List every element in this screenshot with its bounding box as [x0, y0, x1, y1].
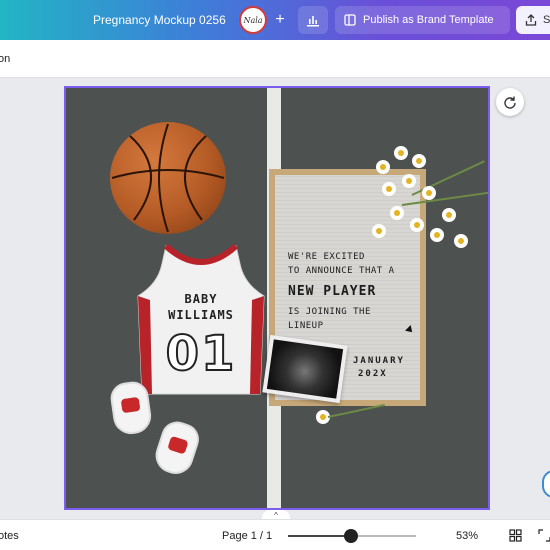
daisy-flower — [412, 154, 426, 168]
baby-jersey-image: BABY WILLIAMS 01 — [136, 243, 266, 401]
design-canvas[interactable]: BABY WILLIAMS 01 WE'RE EXCITED TO ANNOUN… — [64, 86, 490, 510]
baby-shoe-right — [150, 417, 204, 479]
collaborator-avatar[interactable]: Nala — [239, 6, 267, 34]
analytics-button[interactable] — [298, 6, 328, 34]
footer-bar: otes Page 1 / 1 53% — [0, 519, 550, 550]
ultrasound-scan — [266, 339, 344, 399]
page-indicator[interactable]: Page 1 / 1 — [222, 530, 272, 542]
publish-brand-template-button[interactable]: Publish as Brand Template — [335, 6, 510, 34]
board-text-month: JANUARY — [353, 356, 405, 366]
position-button[interactable]: on — [0, 53, 10, 65]
bar-chart-icon — [307, 16, 319, 27]
refresh-button[interactable] — [496, 88, 524, 116]
board-text-year: 202X — [358, 369, 388, 379]
help-button[interactable] — [542, 470, 550, 498]
share-icon — [525, 14, 537, 26]
add-collaborator-button[interactable]: + — [270, 10, 290, 30]
publish-label: Publish as Brand Template — [363, 14, 494, 26]
zoom-slider-fill — [288, 535, 351, 537]
template-icon — [344, 14, 356, 26]
jersey-number: 01 — [165, 325, 237, 383]
daisy-flower — [442, 208, 456, 222]
daisy-flower — [394, 146, 408, 160]
daisy-flower — [372, 224, 386, 238]
share-label: S — [543, 14, 550, 26]
jersey-line1: BABY — [184, 292, 218, 306]
daisy-flower — [430, 228, 444, 242]
zoom-slider[interactable] — [288, 529, 416, 543]
daisy-flower — [410, 218, 424, 232]
notes-button[interactable]: otes — [0, 530, 19, 542]
basketball-image — [110, 122, 226, 234]
grid-view-icon[interactable] — [509, 529, 522, 542]
daisy-flower — [454, 234, 468, 248]
editor-header: Pregnancy Mockup 0256 Nala + Publish as … — [0, 0, 550, 40]
basketball-seams — [111, 123, 225, 233]
board-text-line4: IS JOINING THE — [288, 307, 371, 317]
refresh-icon — [504, 96, 516, 109]
jersey-line2: WILLIAMS — [168, 308, 234, 322]
loose-daisy-stem — [327, 403, 385, 418]
fullscreen-icon[interactable] — [538, 529, 550, 542]
daisy-flower — [422, 186, 436, 200]
document-title[interactable]: Pregnancy Mockup 0256 — [93, 13, 226, 27]
board-text-headline: NEW PLAYER — [288, 284, 377, 299]
zoom-level[interactable]: 53% — [456, 530, 478, 542]
avatar-signature: Nala — [243, 15, 263, 25]
ultrasound-photo — [262, 334, 348, 404]
daisy-flower — [382, 182, 396, 196]
daisy-flower — [376, 160, 390, 174]
board-text-line5: LINEUP — [288, 321, 324, 331]
daisy-flower — [402, 174, 416, 188]
context-toolbar: on — [0, 40, 550, 78]
daisy-flower — [390, 206, 404, 220]
daisy-bouquet — [342, 124, 488, 274]
zoom-slider-thumb[interactable] — [344, 529, 358, 543]
share-button[interactable]: S — [516, 6, 550, 34]
